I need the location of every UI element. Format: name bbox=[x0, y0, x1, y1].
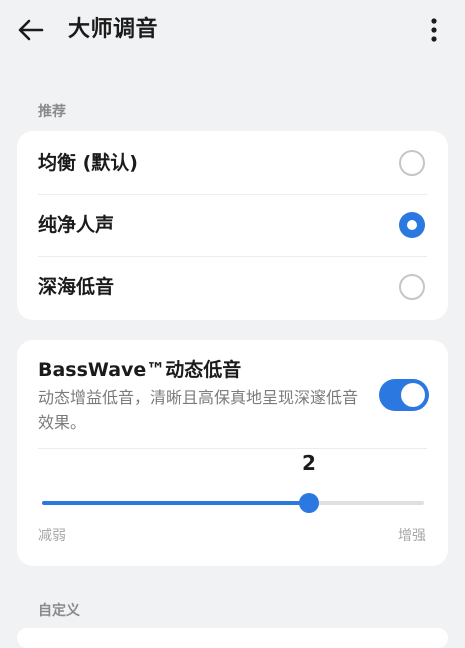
option-label: 纯净人声 bbox=[38, 214, 115, 236]
option-row-deep-bass[interactable]: 深海低音 bbox=[17, 256, 448, 318]
page-title: 大师调音 bbox=[68, 17, 159, 42]
divider bbox=[38, 448, 427, 449]
more-vertical-icon bbox=[431, 18, 437, 42]
toggle-knob bbox=[401, 383, 425, 407]
bass-intensity-slider[interactable] bbox=[42, 490, 424, 516]
back-button[interactable] bbox=[14, 14, 50, 46]
section-label-recommend: 推荐 bbox=[38, 104, 66, 120]
basswave-toggle[interactable] bbox=[379, 379, 429, 411]
basswave-card: BassWave™动态低音 动态增益低音，清晰且高保真地呈现深邃低音效果。 2 … bbox=[17, 340, 448, 566]
slider-thumb[interactable] bbox=[299, 493, 319, 513]
radio-button[interactable] bbox=[399, 150, 425, 176]
option-label: 深海低音 bbox=[38, 276, 115, 298]
option-row-pure-vocals[interactable]: 纯净人声 bbox=[17, 194, 448, 256]
slider-max-label: 增强 bbox=[398, 528, 426, 544]
more-options-button[interactable] bbox=[418, 14, 450, 46]
basswave-title: BassWave™动态低音 bbox=[38, 359, 242, 381]
radio-button[interactable] bbox=[399, 274, 425, 300]
option-label: 均衡 (默认) bbox=[38, 152, 138, 174]
app-header: 大师调音 bbox=[0, 0, 465, 60]
slider-fill bbox=[42, 501, 309, 505]
section-label-custom: 自定义 bbox=[38, 603, 80, 619]
option-row-balanced[interactable]: 均衡 (默认) bbox=[17, 132, 448, 194]
radio-button-selected[interactable] bbox=[399, 212, 425, 238]
basswave-description: 动态增益低音，清晰且高保真地呈现深邃低音效果。 bbox=[38, 388, 359, 432]
slider-min-label: 减弱 bbox=[38, 528, 66, 544]
recommend-card: 均衡 (默认) 纯净人声 深海低音 bbox=[17, 131, 448, 320]
custom-card bbox=[17, 628, 448, 648]
arrow-left-icon bbox=[18, 19, 44, 41]
slider-value: 2 bbox=[302, 451, 316, 475]
